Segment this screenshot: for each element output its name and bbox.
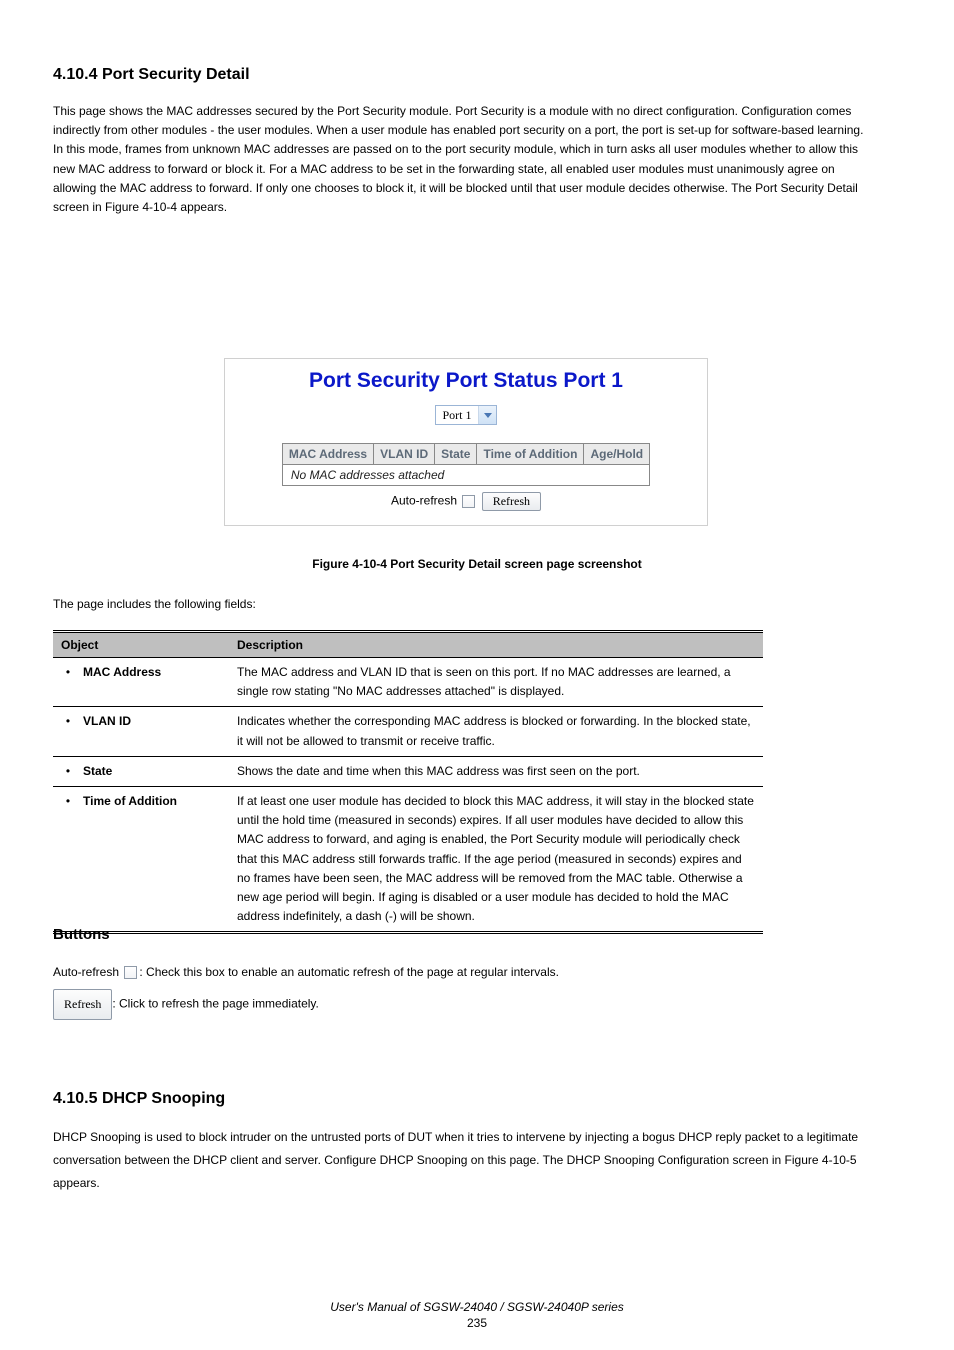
refresh-button-icon: Refresh <box>53 989 112 1019</box>
desc-state: Shows the date and time when this MAC ad… <box>229 756 763 786</box>
hdr-description: Description <box>229 632 763 658</box>
desc-vlan-id: Indicates whether the corresponding MAC … <box>229 707 763 756</box>
col-time-of-addition: Time of Addition <box>477 444 584 465</box>
checkbox-icon <box>124 966 137 979</box>
desc-time-of-addition: If at least one user module has decided … <box>229 786 763 932</box>
table-row: •MAC Address The MAC address and VLAN ID… <box>53 658 763 707</box>
table-header-row: MAC Address VLAN ID State Time of Additi… <box>282 444 649 465</box>
manual-title: User's Manual of SGSW-24040 / SGSW-24040… <box>0 1300 954 1314</box>
fields-intro: The page includes the following fields: <box>53 597 256 611</box>
refresh-button[interactable]: Refresh <box>482 492 541 511</box>
port-select[interactable]: Port 1 <box>435 405 496 425</box>
desc-mac-address: The MAC address and VLAN ID that is seen… <box>229 658 763 707</box>
obj-time-of-addition: •Time of Addition <box>53 786 229 932</box>
obj-vlan-id: •VLAN ID <box>53 707 229 756</box>
section-4-10-4-description: This page shows the MAC addresses secure… <box>53 102 873 217</box>
auto-refresh-help: Auto-refresh : Check this box to enable … <box>53 959 559 985</box>
desc-table-header: Object Description <box>53 632 763 658</box>
port-security-detail-panel: Port Security Port Status Port 1 Port 1 … <box>224 358 708 526</box>
col-age-hold: Age/Hold <box>584 444 650 465</box>
col-mac-address: MAC Address <box>282 444 373 465</box>
port-select-value: Port 1 <box>436 406 477 424</box>
empty-message: No MAC addresses attached <box>282 465 649 486</box>
section-heading-4-10-5: 4.10.5 DHCP Snooping <box>53 1090 225 1108</box>
col-state: State <box>435 444 477 465</box>
section-heading-4-10-4: 4.10.4 Port Security Detail <box>53 66 250 84</box>
auto-refresh-label: Auto-refresh <box>391 494 457 508</box>
table-row: •Time of Addition If at least one user m… <box>53 786 763 932</box>
buttons-heading: Buttons <box>53 918 559 951</box>
obj-mac-address: •MAC Address <box>53 658 229 707</box>
page-footer: User's Manual of SGSW-24040 / SGSW-24040… <box>0 1300 954 1330</box>
mac-address-table: MAC Address VLAN ID State Time of Additi… <box>282 443 650 486</box>
table-row: No MAC addresses attached <box>282 465 649 486</box>
hdr-object: Object <box>53 632 229 658</box>
table-row: •State Shows the date and time when this… <box>53 756 763 786</box>
col-vlan-id: VLAN ID <box>374 444 435 465</box>
chevron-down-icon <box>478 406 496 424</box>
auto-refresh-checkbox[interactable] <box>462 495 475 508</box>
panel-title: Port Security Port Status Port 1 <box>225 369 707 393</box>
figure-caption: Figure 4-10-4 Port Security Detail scree… <box>0 557 954 571</box>
page-number: 235 <box>0 1316 954 1330</box>
obj-state: •State <box>53 756 229 786</box>
panel-controls: Auto-refresh Refresh <box>225 492 707 511</box>
table-row: •VLAN ID Indicates whether the correspon… <box>53 707 763 756</box>
section-4-10-5-body: DHCP Snooping is used to block intruder … <box>53 1126 873 1200</box>
object-description-table: Object Description •MAC Address The MAC … <box>53 630 763 934</box>
refresh-help: Refresh: Click to refresh the page immed… <box>53 989 559 1019</box>
buttons-section: Buttons Auto-refresh : Check this box to… <box>53 918 559 1024</box>
